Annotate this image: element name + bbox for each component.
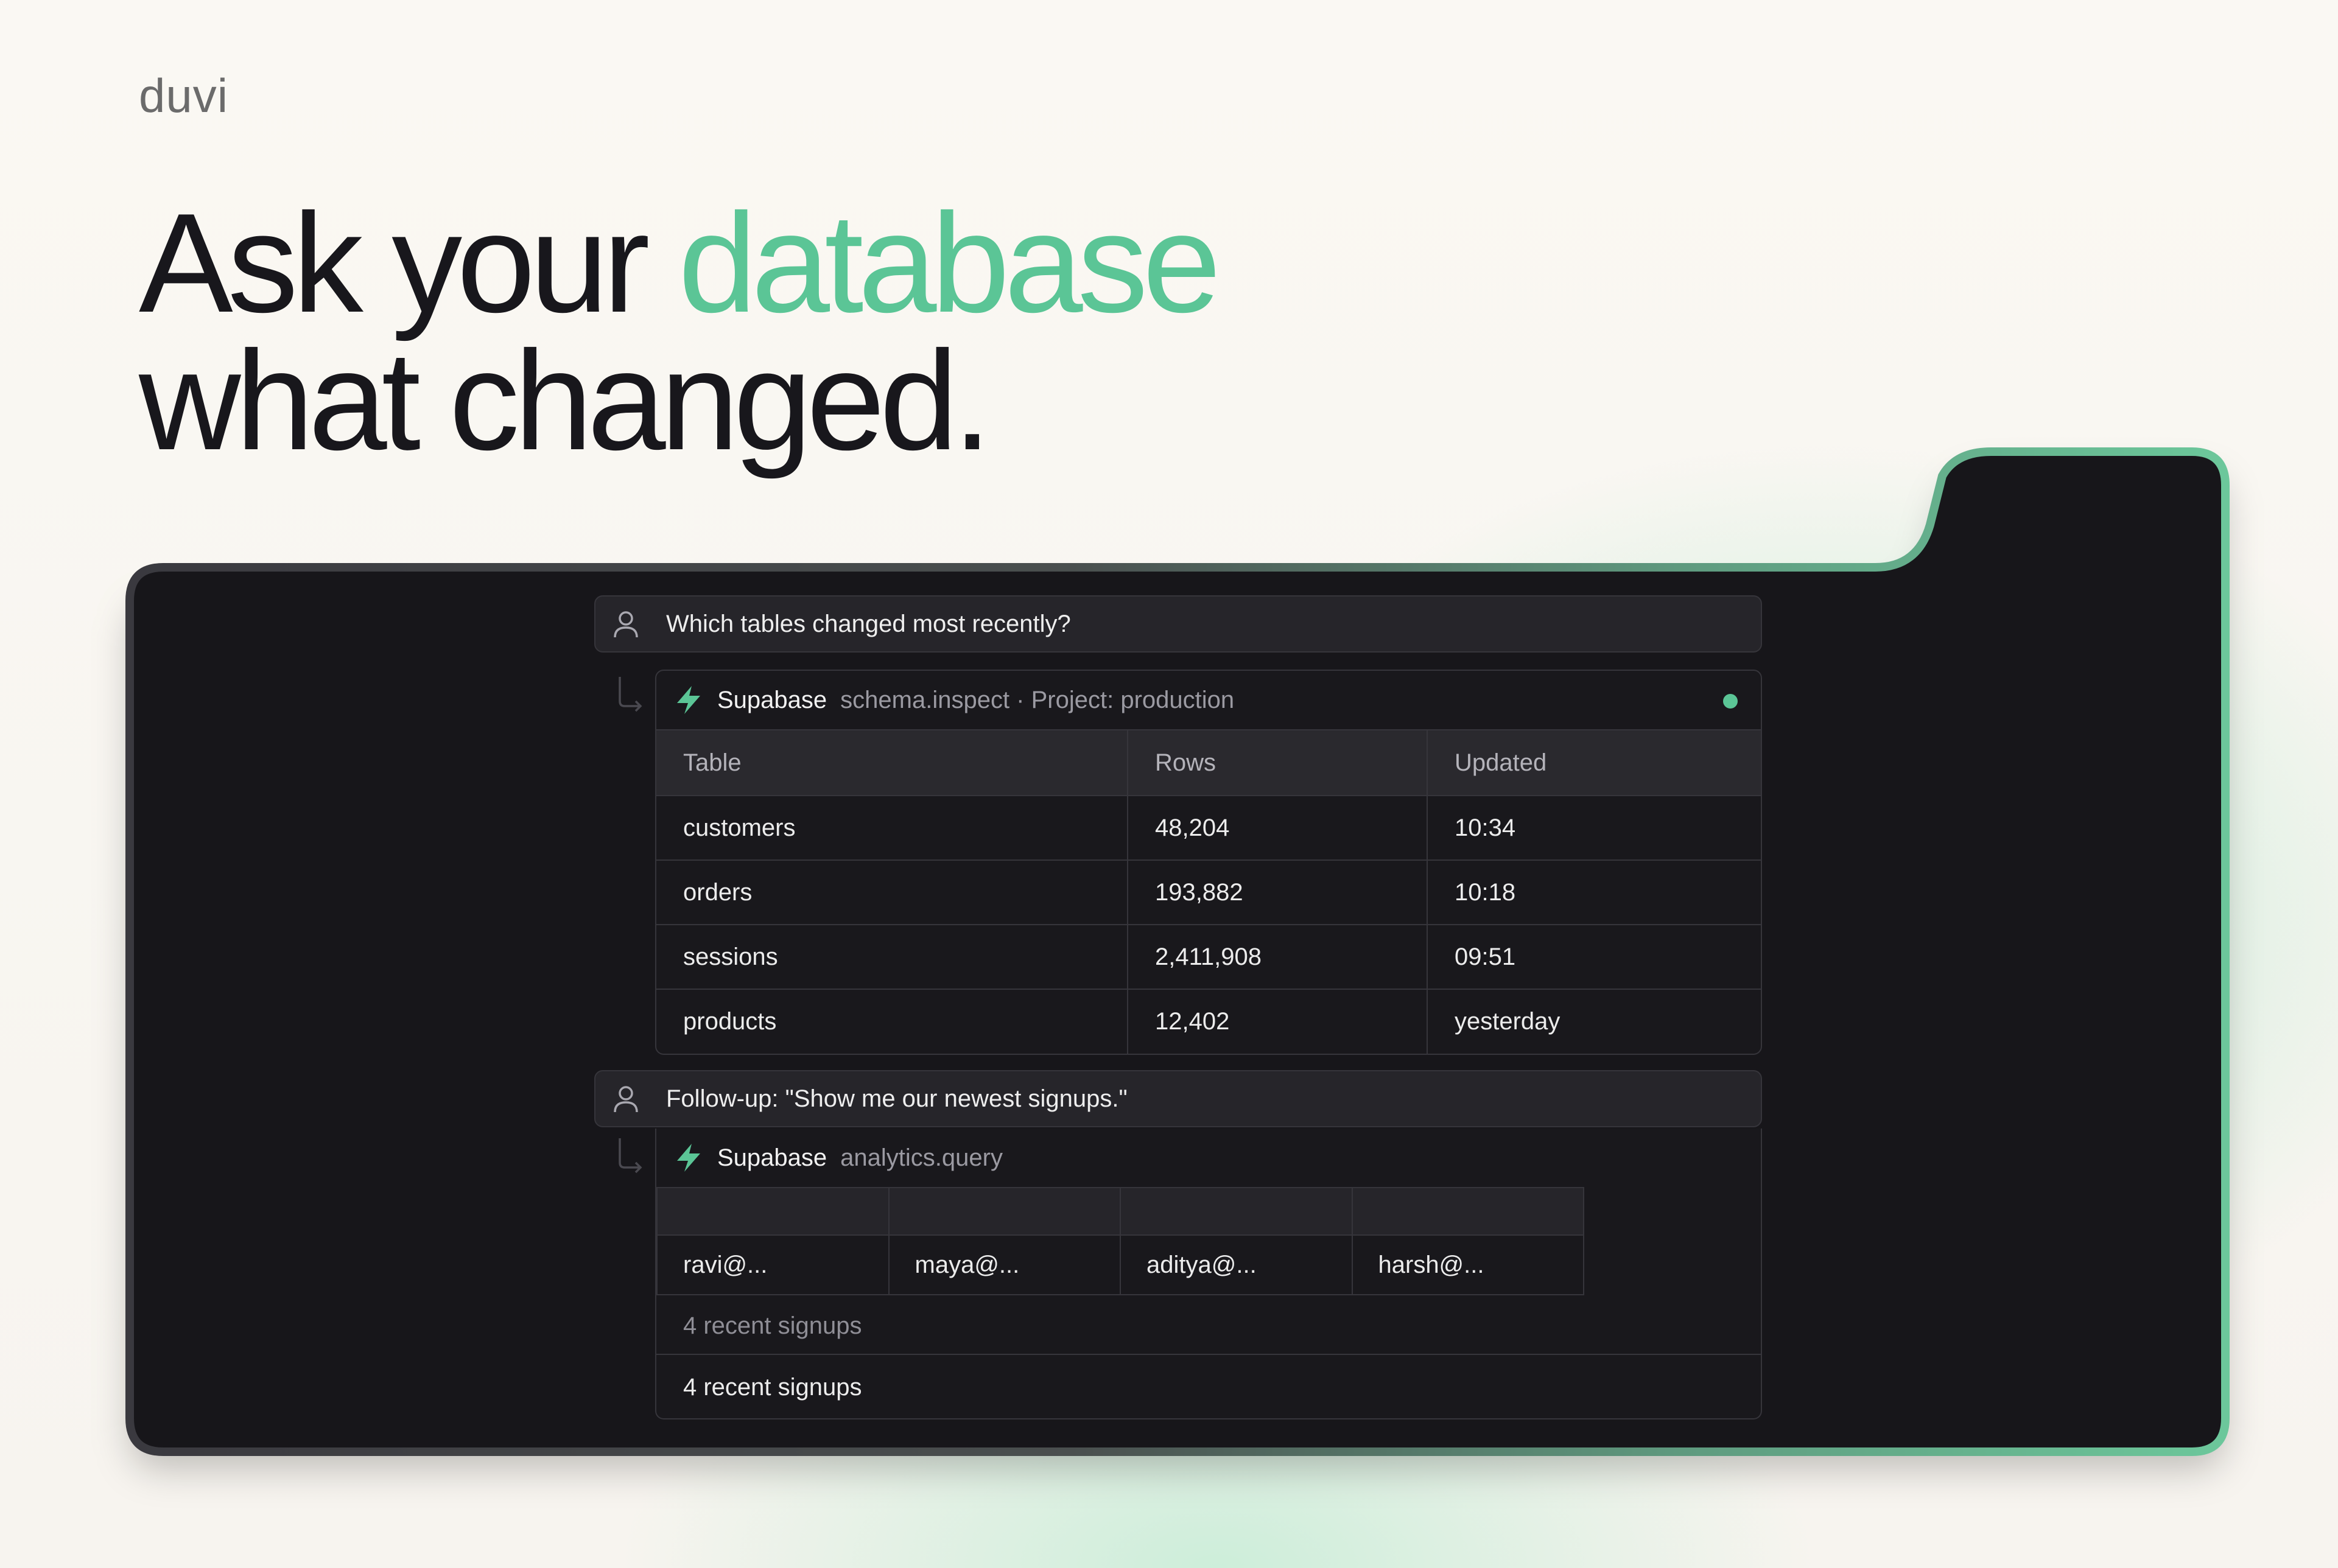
signups-result: ravi@... maya@... aditya@... harsh@... 4…	[656, 1187, 1761, 1418]
signups-header-cell	[1351, 1187, 1584, 1236]
table-row: sessions 2,411,908 09:51	[656, 924, 1761, 989]
cell-updated: 10:34	[1427, 795, 1761, 860]
cell-updated: yesterday	[1427, 989, 1761, 1054]
signups-table: ravi@... maya@... aditya@... harsh@...	[656, 1187, 1584, 1295]
signups-summary: 4 recent signups	[656, 1354, 1761, 1418]
signups-header-row	[656, 1187, 1584, 1236]
reply-arrow-icon	[619, 1138, 642, 1174]
bolt-icon	[677, 1144, 700, 1172]
user-message-2: Follow-up: "Show me our newest signups."	[594, 1070, 1762, 1127]
user-message-text: Which tables changed most recently?	[666, 610, 1071, 637]
table-row: ravi@... maya@... aditya@... harsh@...	[656, 1234, 1584, 1295]
bolt-icon	[677, 686, 700, 714]
signup-email: ravi@...	[656, 1234, 890, 1295]
status-dot-icon	[1723, 694, 1738, 709]
signup-email: harsh@...	[1351, 1234, 1584, 1295]
cell-updated: 09:51	[1427, 924, 1761, 989]
chat-thread: Which tables changed most recently? Supa…	[0, 0, 2338, 1568]
cell-rows: 12,402	[1127, 989, 1427, 1054]
user-message-1: Which tables changed most recently?	[594, 595, 1762, 653]
cell-table-name: sessions	[656, 924, 1128, 989]
tool-name: Supabase	[717, 1144, 827, 1171]
tables-table: Table Rows Updated customers 48,204 10:3…	[656, 729, 1761, 1054]
table-row: products 12,402 yesterday	[656, 989, 1761, 1054]
signups-header-cell	[656, 1187, 890, 1236]
cell-table-name: orders	[656, 859, 1128, 925]
cell-rows: 2,411,908	[1127, 924, 1427, 989]
signups-caption: 4 recent signups	[683, 1312, 862, 1339]
tool-header: Supabase schema.inspect · Project: produ…	[656, 671, 1761, 729]
tool-detail: analytics.query	[840, 1144, 1003, 1171]
cell-rows: 48,204	[1127, 795, 1427, 860]
cell-table-name: customers	[656, 795, 1128, 860]
tool-name: Supabase	[717, 686, 827, 713]
table-row: customers 48,204 10:34	[656, 795, 1761, 860]
column-header-table: Table	[656, 729, 1128, 796]
cell-table-name: products	[656, 989, 1128, 1054]
tool-result-schema: Supabase schema.inspect · Project: produ…	[655, 670, 1762, 1055]
signups-header-cell	[888, 1187, 1121, 1236]
cell-updated: 10:18	[1427, 859, 1761, 925]
column-header-updated: Updated	[1427, 729, 1761, 796]
table-row: orders 193,882 10:18	[656, 859, 1761, 925]
user-message-text: Follow-up: "Show me our newest signups."	[666, 1085, 1128, 1112]
tool-result-signups: Supabase analytics.query ravi@... maya@.…	[655, 1129, 1762, 1419]
reply-arrow-icon	[619, 677, 642, 712]
signup-email: maya@...	[888, 1234, 1121, 1295]
tool-header: Supabase analytics.query	[656, 1129, 1761, 1187]
signups-header-cell	[1120, 1187, 1353, 1236]
table-header-row: Table Rows Updated	[656, 729, 1761, 796]
cell-rows: 193,882	[1127, 859, 1427, 925]
user-icon	[608, 606, 644, 642]
tool-detail: schema.inspect · Project: production	[840, 686, 1235, 713]
column-header-rows: Rows	[1127, 729, 1427, 796]
signup-email: aditya@...	[1120, 1234, 1353, 1295]
user-icon	[608, 1080, 644, 1117]
